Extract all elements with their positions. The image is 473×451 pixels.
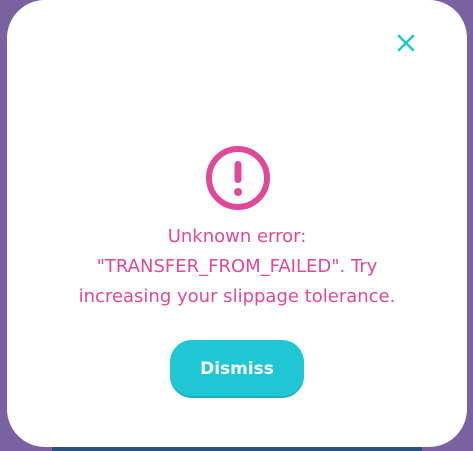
error-icon	[204, 144, 272, 212]
error-message: Unknown error: "TRANSFER_FROM_FAILED". T…	[7, 222, 467, 312]
error-message-line: Unknown error:	[167, 226, 307, 247]
close-button[interactable]	[393, 30, 419, 56]
error-modal: Unknown error: "TRANSFER_FROM_FAILED". T…	[7, 0, 467, 447]
error-message-line: increasing your slippage tolerance.	[78, 286, 396, 307]
close-icon	[397, 34, 415, 52]
dismiss-button[interactable]: Dismiss	[170, 340, 304, 398]
error-message-line: "TRANSFER_FROM_FAILED". Try	[96, 256, 378, 277]
